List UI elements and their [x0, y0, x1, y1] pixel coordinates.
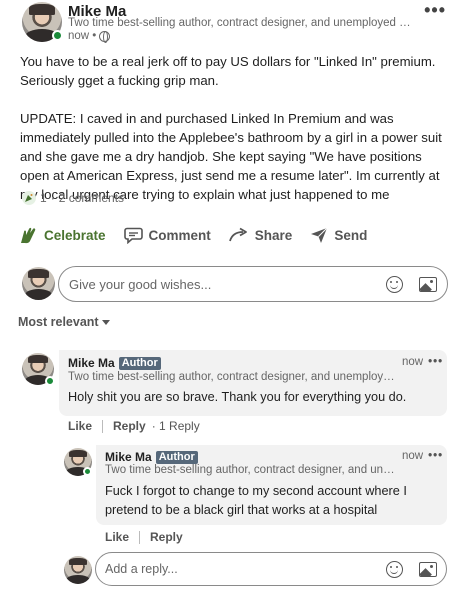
comment-author-headline: Two time best-selling author, contract d…: [68, 371, 398, 383]
celebrate-button[interactable]: Celebrate: [18, 226, 106, 244]
reply-button[interactable]: Reply: [150, 530, 183, 544]
post-time: now •: [68, 30, 97, 42]
current-user-avatar: [22, 267, 55, 300]
comment-input[interactable]: Give your good wishes...: [58, 266, 448, 302]
like-button[interactable]: Like: [68, 419, 92, 433]
reply-author-name[interactable]: Mike Ma Author: [105, 450, 198, 464]
comment-input-placeholder: Give your good wishes...: [69, 276, 212, 292]
comment-bubble-icon: [123, 227, 143, 244]
send-button[interactable]: Send: [310, 227, 367, 244]
comment-author-name[interactable]: Mike Ma Author: [68, 356, 161, 370]
globe-icon: [99, 30, 111, 43]
like-button[interactable]: Like: [105, 530, 129, 544]
reply-input-placeholder: Add a reply...: [105, 562, 178, 576]
divider: [102, 419, 104, 433]
reply-count[interactable]: · 1 Reply: [152, 419, 200, 433]
comment-actions: Like Reply · 1 Reply: [68, 419, 200, 433]
post-paragraph: You have to be a real jerk off to pay US…: [20, 54, 436, 88]
action-bar: Celebrate Comment Share Send: [18, 226, 385, 244]
online-status-indicator: [83, 467, 92, 476]
divider: [139, 530, 141, 544]
share-button[interactable]: Share: [228, 227, 293, 243]
send-plane-icon: [310, 227, 328, 244]
author-badge: Author: [118, 356, 161, 370]
reactions-count[interactable]: 1: [40, 191, 47, 205]
author-badge: Author: [155, 450, 198, 464]
comments-count[interactable]: 2 comments: [59, 191, 124, 205]
reply-button[interactable]: Reply: [113, 419, 146, 433]
celebrate-hands-icon: [18, 226, 38, 244]
post-author-headline: Two time best-selling author, contract d…: [68, 17, 413, 29]
send-label: Send: [334, 227, 368, 243]
image-icon[interactable]: [419, 561, 437, 577]
comment-label: Comment: [148, 227, 211, 243]
online-status-indicator: [52, 30, 63, 41]
reactions-summary[interactable]: 1 · 2 comments: [22, 191, 124, 205]
comment-author-name-text: Mike Ma: [68, 356, 115, 370]
reply-author-headline: Two time best-selling author, contract d…: [105, 464, 395, 476]
more-icon[interactable]: •••: [424, 0, 446, 21]
celebrate-icon: [22, 191, 36, 205]
comment-text: Holy shit you are so brave. Thank you fo…: [68, 390, 407, 404]
celebrate-label: Celebrate: [44, 227, 106, 243]
comment-sort-dropdown[interactable]: Most relevant: [18, 315, 110, 329]
post-paragraph: UPDATE: I caved in and purchased Linked …: [20, 111, 442, 202]
post-meta: now •: [68, 30, 111, 43]
comment-time: now: [402, 356, 424, 368]
more-icon[interactable]: •••: [428, 356, 443, 368]
current-user-avatar: [64, 556, 92, 584]
reply-meta: now •••: [402, 450, 443, 462]
caret-down-icon: [101, 319, 110, 325]
reply-author-name-text: Mike Ma: [105, 450, 152, 464]
reply-text: Fuck I forgot to change to my second acc…: [105, 484, 407, 517]
separator-dot: ·: [50, 191, 55, 205]
reply-input[interactable]: Add a reply...: [95, 552, 447, 586]
comment-meta: now •••: [402, 356, 443, 368]
image-icon[interactable]: [419, 276, 437, 292]
share-arrow-icon: [228, 227, 249, 243]
sort-label: Most relevant: [18, 315, 99, 329]
emoji-icon[interactable]: [386, 560, 403, 578]
reply-time: now: [402, 450, 424, 462]
post-body: You have to be a real jerk off to pay US…: [20, 52, 450, 204]
emoji-icon[interactable]: [386, 275, 403, 293]
comment-button[interactable]: Comment: [123, 227, 211, 244]
online-status-indicator: [45, 376, 55, 386]
share-label: Share: [254, 227, 293, 243]
more-icon[interactable]: •••: [428, 450, 443, 462]
reply-actions: Like Reply: [105, 530, 183, 544]
